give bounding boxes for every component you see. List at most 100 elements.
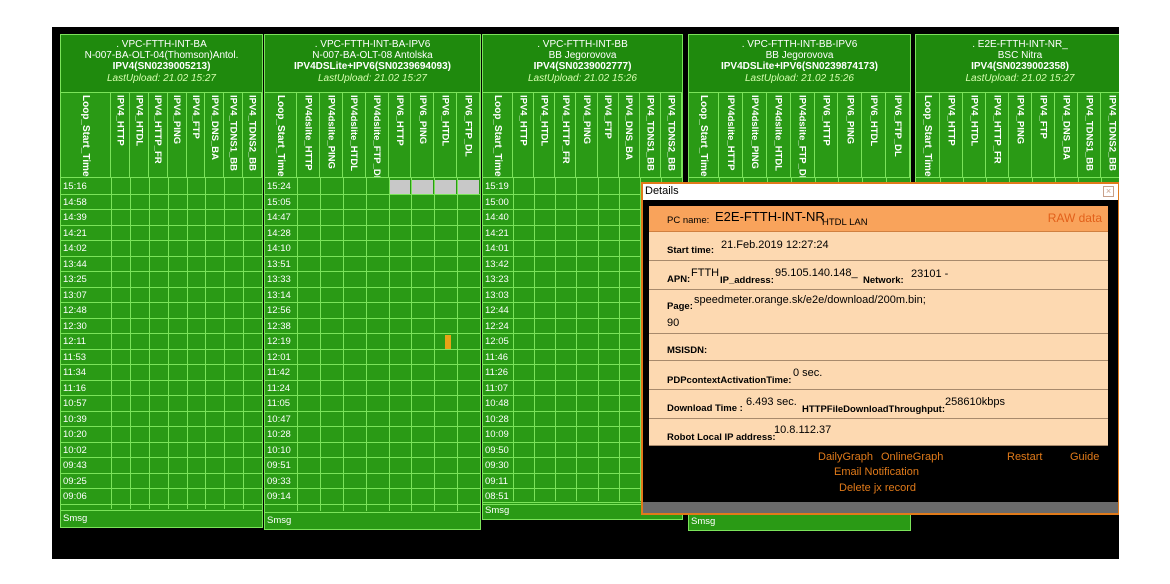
panel-header[interactable]: . VPC-FTTH-INT-BB-IPV6 BB Jegorovova IPV4D… (689, 35, 910, 93)
column-header[interactable]: IPV4_DNS_BA (205, 93, 225, 177)
loop-start-time[interactable]: 15:00 (483, 195, 513, 210)
loop-start-time[interactable]: 14:39 (61, 210, 111, 226)
panel-header[interactable]: . E2E-FTTH-INT-NR_ BSC Nitra IPV4(SN023900… (916, 35, 1119, 93)
loop-start-time[interactable]: 13:25 (61, 272, 111, 288)
loop-start-time[interactable]: 12:48 (61, 303, 111, 319)
status-cell-nodata[interactable] (412, 180, 434, 194)
panel-header[interactable]: . VPC-FTTH-INT-BA-IPV6 N-007-BA-OLT-08 An… (265, 35, 480, 93)
column-header[interactable]: IPV4_FTP (598, 93, 619, 177)
loop-start-time[interactable]: 09:14 (265, 489, 297, 505)
loop-start-time[interactable]: 09:51 (265, 458, 297, 474)
daily-graph-link[interactable]: DailyGraph (818, 451, 873, 463)
column-header[interactable]: Loop_Start_Time (265, 93, 297, 177)
status-cell-nodata[interactable] (389, 180, 411, 194)
column-header[interactable]: IPV6_HTTP (389, 93, 412, 177)
column-header[interactable]: IPV4_HTDL (963, 93, 986, 177)
column-header[interactable]: IPV4_DNS_BA (1055, 93, 1078, 177)
column-header[interactable]: IPV6_HTDL (862, 93, 887, 177)
loop-start-time[interactable]: 13:33 (265, 272, 297, 288)
loop-start-time[interactable]: 12:24 (483, 319, 513, 334)
column-header[interactable]: IPV4_HTTP_FR (555, 93, 577, 177)
loop-start-time[interactable]: 10:48 (483, 396, 513, 412)
status-cell-warning[interactable] (444, 335, 451, 349)
column-header[interactable]: IPV4_TDNS2_BB (1101, 93, 1119, 177)
column-header[interactable]: IPV4_HTTP (513, 93, 535, 177)
loop-start-time[interactable]: 10:20 (61, 427, 111, 443)
column-header[interactable]: IPV4_HTTP (940, 93, 963, 177)
guide-link[interactable]: Guide (1070, 451, 1099, 463)
loop-start-time[interactable]: 13:44 (61, 257, 111, 272)
loop-start-time[interactable]: 10:02 (61, 443, 111, 458)
column-header[interactable]: IPV4_PING (168, 93, 187, 177)
column-header[interactable]: IPV4_FTP (1032, 93, 1055, 177)
loop-start-time[interactable]: 09:50 (483, 443, 513, 458)
raw-data-link[interactable]: RAW data (1048, 211, 1102, 225)
loop-start-time[interactable]: 11:34 (61, 365, 111, 381)
column-header[interactable]: IPV4_PING (576, 93, 598, 177)
loop-start-time[interactable]: 10:39 (61, 412, 111, 427)
column-header[interactable]: IPV4_TDNS1_BB (224, 93, 244, 177)
loop-start-time[interactable]: 11:05 (265, 396, 297, 412)
loop-start-time[interactable]: 09:11 (483, 474, 513, 489)
loop-start-time[interactable]: 11:53 (61, 350, 111, 365)
column-header[interactable]: IPV4_HTTP (111, 93, 130, 177)
column-header[interactable]: IPV4_DNS_BA (619, 93, 640, 177)
loop-start-time[interactable]: 12:01 (265, 350, 297, 365)
smsg-label[interactable]: Smsg (689, 515, 715, 529)
loop-start-time[interactable]: 14:58 (61, 195, 111, 210)
delete-record-link[interactable]: Delete jx record (839, 482, 916, 494)
restart-link[interactable]: Restart (1007, 451, 1042, 463)
column-header[interactable]: IPV4_TDNS2_BB (661, 93, 682, 177)
online-graph-link[interactable]: OnlineGraph (881, 451, 943, 463)
column-header[interactable]: Loop_Start_Time (61, 93, 111, 177)
loop-start-time[interactable]: 15:05 (265, 195, 297, 210)
smsg-label[interactable]: Smsg (61, 512, 87, 526)
column-header[interactable]: Loop_Start_Time (689, 93, 719, 177)
loop-start-time[interactable]: 09:43 (61, 458, 111, 474)
status-cell-nodata[interactable] (458, 180, 479, 194)
column-header[interactable]: IPV6_FTP_DL (457, 93, 480, 177)
loop-start-time[interactable]: 14:28 (265, 226, 297, 241)
column-header[interactable]: Loop_Start_Time (916, 93, 940, 177)
details-titlebar[interactable]: Details × (643, 184, 1118, 200)
column-header[interactable]: IPV4dslite_HTTP (719, 93, 743, 177)
loop-start-time[interactable]: 10:57 (61, 396, 111, 412)
column-header[interactable]: IPV4dslite_PING (743, 93, 767, 177)
column-header[interactable]: IPV4_TDNS2_BB (243, 93, 262, 177)
column-header[interactable]: IPV4dslite_HTDL (343, 93, 366, 177)
loop-start-time[interactable]: 12:30 (61, 319, 111, 334)
loop-start-time[interactable]: 13:42 (483, 257, 513, 272)
column-header[interactable]: IPV6_FTP_DL (886, 93, 910, 177)
column-header[interactable]: IPV6_HTDL (434, 93, 458, 177)
loop-start-time[interactable]: 15:24 (265, 179, 297, 195)
loop-start-time[interactable]: 11:26 (483, 365, 513, 381)
loop-start-time[interactable]: 13:14 (265, 288, 297, 303)
loop-start-time[interactable]: 13:07 (61, 288, 111, 303)
column-header[interactable]: IPV4_HTDL (130, 93, 149, 177)
column-header[interactable]: Loop_Start_Time (483, 93, 513, 177)
column-header[interactable]: IPV4dslite_HTDL (767, 93, 791, 177)
loop-start-time[interactable]: 11:42 (265, 365, 297, 381)
loop-start-time[interactable]: 09:30 (483, 458, 513, 474)
loop-start-time[interactable]: 15:16 (61, 179, 111, 195)
loop-start-time[interactable]: 11:16 (61, 381, 111, 396)
loop-start-time[interactable]: 10:09 (483, 427, 513, 443)
column-header[interactable]: IPV6_HTTP (815, 93, 839, 177)
close-icon[interactable]: × (1103, 186, 1114, 197)
loop-start-time[interactable]: 09:25 (61, 474, 111, 489)
loop-start-time[interactable]: 12:19 (265, 334, 297, 350)
loop-start-time[interactable]: 10:28 (483, 412, 513, 427)
smsg-label[interactable]: Smsg (483, 504, 509, 518)
loop-start-time[interactable]: 13:51 (265, 257, 297, 272)
status-cell-nodata[interactable] (435, 180, 457, 194)
loop-start-time[interactable]: 12:38 (265, 319, 297, 334)
loop-start-time[interactable]: 13:23 (483, 272, 513, 288)
panel-header[interactable]: . VPC-FTTH-INT-BB BB Jegorovova IPV4(SN023… (483, 35, 682, 93)
smsg-label[interactable]: Smsg (265, 514, 291, 528)
loop-start-time[interactable]: 11:24 (265, 381, 297, 396)
panel-header[interactable]: . VPC-FTTH-INT-BA N-007-BA-OLT-04(Thomson… (61, 35, 262, 93)
column-header[interactable]: IPV4dslite_FTP_DL (366, 93, 389, 177)
loop-start-time[interactable]: 14:10 (265, 241, 297, 257)
column-header[interactable]: IPV6_PING (838, 93, 863, 177)
loop-start-time[interactable]: 10:47 (265, 412, 297, 427)
